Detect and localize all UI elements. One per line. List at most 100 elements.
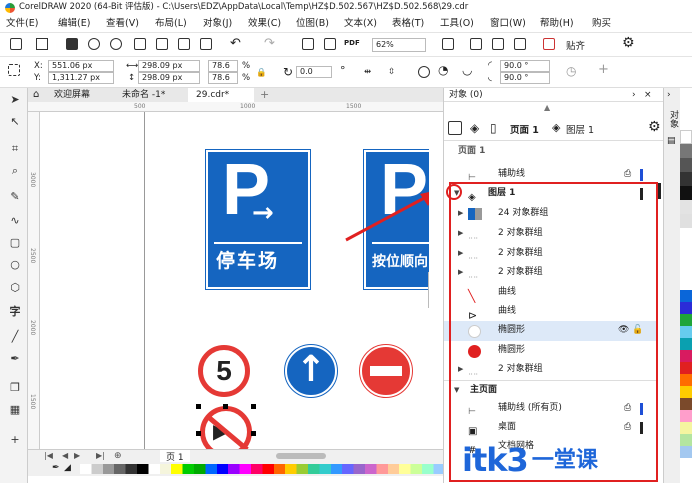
fill-icon[interactable]: ◢ bbox=[64, 463, 71, 473]
swatch-pale-yellow[interactable] bbox=[680, 422, 692, 434]
swatch-brown[interactable] bbox=[680, 398, 692, 410]
properties-icon[interactable]: ▤ bbox=[667, 136, 676, 146]
tab-welcome[interactable]: 欢迎屏幕 bbox=[46, 88, 99, 102]
cut-icon[interactable] bbox=[156, 38, 168, 50]
export-icon[interactable] bbox=[324, 38, 336, 50]
swatch-blue[interactable] bbox=[680, 290, 692, 302]
ellipse-shape-icon[interactable] bbox=[418, 66, 430, 78]
selection-handle[interactable] bbox=[251, 431, 256, 436]
horizontal-scrollbar[interactable] bbox=[276, 453, 326, 459]
menu-file[interactable]: 文件(E) bbox=[6, 15, 38, 32]
menu-text[interactable]: 文本(X) bbox=[344, 15, 377, 32]
first-page-icon[interactable]: |◀ bbox=[44, 451, 53, 460]
swatch-gray[interactable] bbox=[680, 144, 692, 158]
cloud-icon[interactable] bbox=[88, 38, 100, 50]
current-page-label[interactable]: 页面 1 bbox=[510, 122, 539, 136]
import-icon[interactable] bbox=[302, 38, 314, 50]
print-icon[interactable] bbox=[134, 38, 146, 50]
redo-icon[interactable]: ↷ bbox=[264, 36, 275, 51]
grid-icon[interactable] bbox=[492, 38, 504, 50]
zoom-select[interactable]: 62% bbox=[372, 38, 426, 52]
arc-icon[interactable]: ◡ bbox=[462, 64, 472, 76]
freehand-tool-icon[interactable]: ✎ bbox=[9, 191, 21, 203]
straight-ahead-sign[interactable]: ↑ bbox=[284, 344, 338, 398]
start-angle-field[interactable]: 90.0 ° bbox=[500, 60, 550, 72]
expand-icon[interactable]: › bbox=[632, 90, 636, 100]
gear-icon[interactable]: ⚙ bbox=[622, 35, 635, 51]
menu-view[interactable]: 查看(V) bbox=[106, 15, 139, 32]
current-layer-label[interactable]: 图层 1 bbox=[566, 122, 594, 136]
launcher-icon[interactable] bbox=[543, 38, 555, 50]
end-angle-field[interactable]: 90.0 ° bbox=[500, 72, 550, 84]
x-position-field[interactable]: 551.06 px bbox=[48, 60, 114, 72]
menu-help[interactable]: 帮助(H) bbox=[540, 15, 574, 32]
undo-icon[interactable]: ↶ bbox=[230, 36, 241, 51]
add-page-icon[interactable]: ⊕ bbox=[114, 451, 122, 461]
eyedropper-icon[interactable]: ✒ bbox=[52, 463, 60, 473]
menu-effects[interactable]: 效果(C) bbox=[248, 15, 281, 32]
no-horn-sign[interactable]: ▶ bbox=[200, 406, 252, 449]
next-page-icon[interactable]: ▶ bbox=[74, 451, 80, 460]
tab-untitled[interactable]: 未命名 -1* bbox=[114, 88, 174, 102]
height-field[interactable]: 298.09 px bbox=[138, 72, 200, 84]
zoom-tool-icon[interactable]: ⌕ bbox=[9, 165, 21, 177]
selection-handle[interactable] bbox=[223, 404, 228, 409]
swatch-dark-gray[interactable] bbox=[680, 158, 692, 172]
artistic-media-icon[interactable]: ∿ bbox=[9, 215, 21, 227]
docker-tab-objects[interactable]: 对象 bbox=[667, 110, 680, 128]
swatch-black[interactable] bbox=[680, 186, 692, 200]
pick-tool-icon[interactable]: ➤ bbox=[9, 94, 21, 106]
swatch-cyan[interactable] bbox=[680, 326, 692, 338]
swatch-green[interactable] bbox=[680, 314, 692, 326]
vertical-ruler[interactable]: 3000 2500 2000 1500 bbox=[28, 112, 40, 449]
gear-icon[interactable]: ⚙ bbox=[648, 119, 661, 135]
docker-collapse-icon[interactable]: › bbox=[667, 90, 671, 100]
snap-to-dropdown[interactable]: 贴齐 bbox=[566, 38, 585, 52]
direction-icon[interactable]: ◷ bbox=[566, 65, 576, 77]
swatch-red[interactable] bbox=[680, 362, 692, 374]
menu-buy[interactable]: 购买 bbox=[592, 15, 611, 32]
save-icon[interactable] bbox=[66, 38, 78, 50]
mirror-h-icon[interactable]: ⇹ bbox=[364, 66, 371, 78]
swatch-yellow[interactable] bbox=[680, 386, 692, 398]
connector-tool-icon[interactable]: ╱ bbox=[9, 331, 21, 343]
cloud-upload-icon[interactable] bbox=[110, 38, 122, 50]
object-origin-icon[interactable] bbox=[8, 64, 20, 76]
y-position-field[interactable]: 1,311.27 px bbox=[48, 72, 114, 84]
swatch-white[interactable] bbox=[680, 130, 692, 144]
width-field[interactable]: 298.09 px bbox=[138, 60, 200, 72]
prev-page-icon[interactable]: ◀ bbox=[62, 451, 68, 460]
vertical-scroll-thumb[interactable] bbox=[428, 272, 429, 308]
home-icon[interactable]: ⌂ bbox=[33, 89, 39, 100]
rulers-icon[interactable] bbox=[470, 38, 482, 50]
swatch-orange[interactable] bbox=[680, 374, 692, 386]
layers-icon[interactable]: ◈ bbox=[470, 121, 479, 135]
tab-29cdr[interactable]: 29.cdr* bbox=[188, 88, 254, 102]
paste-icon[interactable] bbox=[200, 38, 212, 50]
scroll-up-icon[interactable]: ▲ bbox=[544, 103, 550, 112]
new-tab-icon[interactable]: + bbox=[260, 88, 269, 101]
shadow-tool-icon[interactable]: ❐ bbox=[9, 382, 21, 394]
selection-handle[interactable] bbox=[196, 431, 201, 436]
rectangle-tool-icon[interactable]: ▢ bbox=[9, 237, 21, 249]
parking-sign[interactable]: P → 停车场 bbox=[205, 149, 311, 290]
open-icon[interactable] bbox=[36, 38, 48, 50]
no-entry-sign[interactable] bbox=[359, 344, 413, 398]
menu-layout[interactable]: 布局(L) bbox=[155, 15, 187, 32]
swatch-light[interactable] bbox=[680, 200, 692, 214]
last-page-icon[interactable]: ▶| bbox=[96, 451, 105, 460]
scale-y-field[interactable]: 78.6 bbox=[208, 72, 238, 84]
ellipse-tool-icon[interactable]: ○ bbox=[9, 259, 21, 271]
scale-x-field[interactable]: 78.6 bbox=[208, 60, 238, 72]
menu-table[interactable]: 表格(T) bbox=[392, 15, 424, 32]
menu-object[interactable]: 对象(J) bbox=[203, 15, 232, 32]
pages-icon[interactable] bbox=[448, 121, 462, 135]
selection-handle[interactable] bbox=[251, 404, 256, 409]
pie-icon[interactable]: ◔ bbox=[438, 64, 448, 76]
page-icon[interactable]: ▯ bbox=[490, 121, 497, 135]
horizontal-ruler[interactable]: 500 1000 1500 bbox=[28, 102, 443, 112]
new-icon[interactable] bbox=[10, 38, 22, 50]
swatch-pink[interactable] bbox=[680, 410, 692, 422]
copy-icon[interactable] bbox=[178, 38, 190, 50]
menu-edit[interactable]: 编辑(E) bbox=[58, 15, 90, 32]
